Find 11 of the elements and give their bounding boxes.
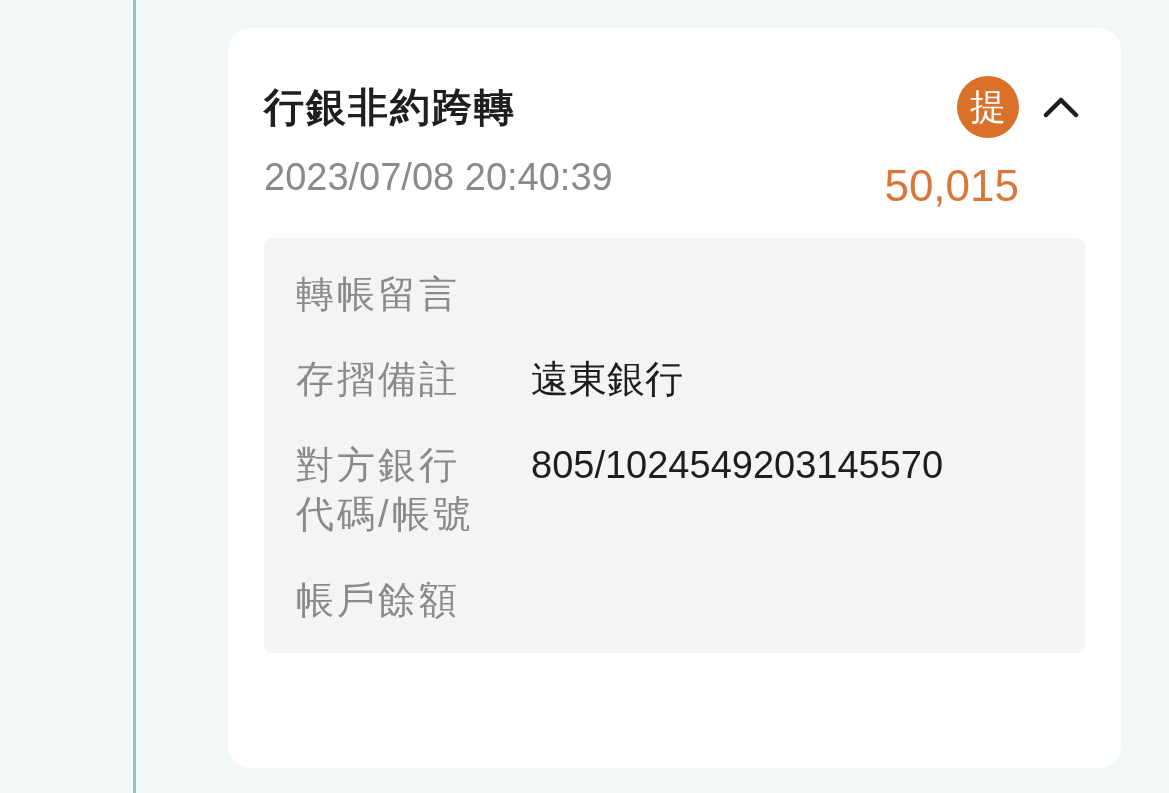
detail-label: 存摺備註 (296, 357, 461, 403)
detail-label: 對方銀行代碼/帳號 (296, 442, 475, 538)
detail-value: 遠東銀行 (531, 357, 683, 403)
chevron-up-icon (1043, 96, 1079, 118)
withdrawal-badge: 提 (957, 76, 1019, 138)
transaction-amount: 50,015 (884, 164, 1019, 208)
detail-value: 805/1024549203145570 (531, 442, 944, 488)
transaction-title: 行銀非約跨轉 (264, 87, 516, 127)
detail-label: 轉帳留言 (296, 272, 461, 317)
detail-label: 帳戶餘額 (296, 577, 461, 623)
transaction-date: 2023/07/08 20:40:39 (264, 158, 613, 196)
